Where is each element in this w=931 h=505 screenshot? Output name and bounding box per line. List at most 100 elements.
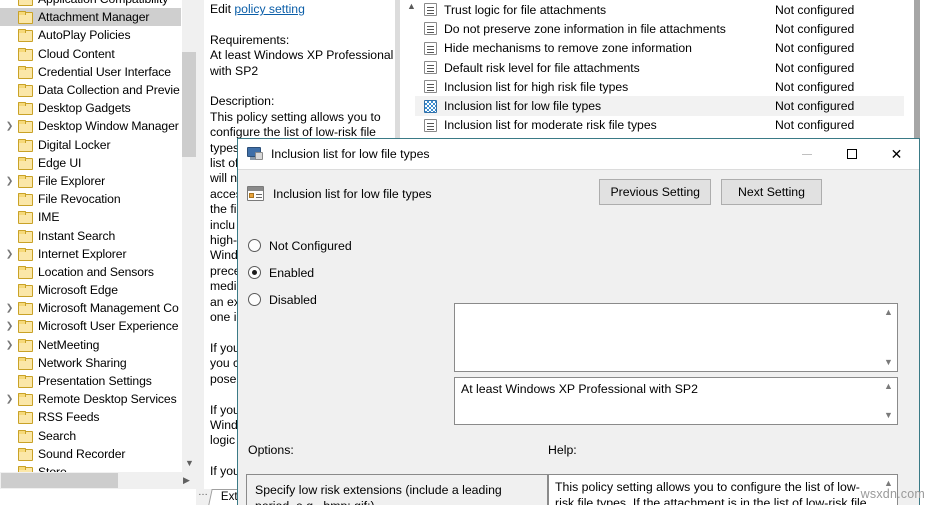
tree-item-application-compatibility[interactable]: Application Compatibility [0, 0, 196, 8]
tree-item-rss-feeds[interactable]: RSS Feeds [0, 408, 196, 426]
table-row[interactable]: Inclusion list for low file types Not con… [415, 96, 904, 116]
radio-label: Not Configured [269, 238, 352, 253]
table-row[interactable]: Trust logic for file attachments Not conf… [415, 0, 904, 19]
tree-item-file-explorer[interactable]: ❯ File Explorer [0, 172, 196, 190]
dialog-title-bar[interactable]: Inclusion list for low file types ✕ [238, 139, 919, 169]
policy-list-scrollbar-thumb[interactable] [914, 0, 920, 138]
tree-item-ime[interactable]: IME [0, 208, 196, 226]
tree-item-desktop-gadgets[interactable]: Desktop Gadgets [0, 99, 196, 117]
policy-list-scrollbar[interactable] [914, 0, 921, 138]
chevron-down-icon[interactable]: ▼ [881, 408, 896, 423]
policy-document-icon [247, 185, 265, 202]
setting-nav-buttons: Previous Setting Next Setting [599, 179, 822, 205]
tree-item-attachment-manager[interactable]: Attachment Manager [0, 8, 196, 27]
chevron-right-icon[interactable]: ❯ [5, 394, 14, 404]
tree-item-instant-search[interactable]: Instant Search [0, 226, 196, 244]
tree-item-label: Application Compatibility [38, 0, 168, 6]
tree-item-microsoft-user-experience[interactable]: ❯ Microsoft User Experience [0, 317, 196, 335]
tree-vscroll-thumb[interactable] [182, 52, 197, 157]
folder-icon [18, 11, 33, 25]
folder-icon [18, 174, 33, 188]
chevron-down-icon[interactable]: ▼ [881, 355, 896, 370]
tab-overflow-dots: … [198, 489, 208, 498]
tree-item-netmeeting[interactable]: ❯ NetMeeting [0, 336, 196, 354]
radio-enabled[interactable]: Enabled [248, 259, 352, 286]
tree-item-desktop-window-manager[interactable]: ❯ Desktop Window Manager [0, 117, 196, 135]
tree-item-edge-ui[interactable]: Edge UI [0, 154, 196, 172]
policy-setting-state: Not configured [775, 2, 855, 17]
tree-item-digital-locker[interactable]: Digital Locker [0, 136, 196, 154]
chevron-right-icon[interactable]: ❯ [5, 249, 14, 258]
tree-item-presentation-settings[interactable]: Presentation Settings [0, 372, 196, 390]
chevron-right-icon[interactable]: ❯ [5, 340, 14, 349]
tree-horizontal-scrollbar[interactable]: ▶ [0, 472, 196, 489]
table-row[interactable]: Inclusion list for moderate risk file ty… [415, 116, 904, 135]
state-radio-group[interactable]: Not Configured Enabled Disabled [248, 232, 352, 313]
folder-icon [18, 84, 33, 98]
supported-on-scrollbar[interactable]: ▲ ▼ [881, 379, 896, 423]
tree-item-data-collection-and-previe[interactable]: Data Collection and Previe [0, 81, 196, 99]
previous-setting-button[interactable]: Previous Setting [599, 179, 711, 205]
table-row[interactable]: Default risk level for file attachments N… [415, 58, 904, 77]
edit-policy-setting-link[interactable]: policy setting [234, 2, 304, 16]
tree-item-label: Attachment Manager [38, 10, 150, 25]
tree-item-credential-user-interface[interactable]: Credential User Interface [0, 63, 196, 81]
tree-item-microsoft-management-co[interactable]: ❯ Microsoft Management Co [0, 299, 196, 317]
tree-item-label: File Revocation [38, 192, 121, 207]
tree-item-location-and-sensors[interactable]: Location and Sensors [0, 263, 196, 281]
tree-item-network-sharing[interactable]: Network Sharing [0, 354, 196, 372]
chevron-up-icon[interactable]: ▲ [881, 379, 896, 394]
tree-item-file-revocation[interactable]: File Revocation [0, 190, 196, 208]
chevron-right-icon[interactable]: ▶ [179, 472, 194, 489]
policy-setting-icon [424, 41, 437, 55]
tree-item-microsoft-edge[interactable]: Microsoft Edge [0, 281, 196, 299]
radio-not-configured[interactable]: Not Configured [248, 232, 352, 259]
options-label: Options: [248, 443, 294, 457]
folder-icon [18, 0, 33, 7]
window-controls[interactable]: ✕ [784, 139, 919, 169]
help-panel[interactable]: This policy setting allows you to config… [548, 474, 898, 505]
radio-button[interactable] [248, 239, 261, 252]
policy-tree[interactable]: Application Compatibility Attachment Mana… [0, 0, 196, 489]
description-label: Description: [210, 94, 275, 109]
tree-item-label: Desktop Gadgets [38, 101, 131, 116]
tree-item-internet-explorer[interactable]: ❯ Internet Explorer [0, 245, 196, 263]
tree-item-autoplay-policies[interactable]: AutoPlay Policies [0, 26, 196, 44]
table-row[interactable]: Hide mechanisms to remove zone informati… [415, 39, 904, 58]
tree-item-search[interactable]: Search [0, 427, 196, 445]
policy-setting-dialog: Inclusion list for low file types ✕ Incl… [237, 138, 920, 505]
radio-button[interactable] [248, 293, 261, 306]
table-row[interactable]: Do not preserve zone information in file… [415, 19, 904, 38]
close-button[interactable]: ✕ [874, 139, 919, 169]
folder-icon [18, 302, 33, 316]
next-setting-button[interactable]: Next Setting [721, 179, 822, 205]
tree-item-cloud-content[interactable]: Cloud Content [0, 45, 196, 63]
tree-hscroll-thumb[interactable] [1, 473, 118, 488]
radio-disabled[interactable]: Disabled [248, 286, 352, 313]
radio-button[interactable] [248, 266, 261, 279]
chevron-down-icon[interactable]: ▼ [182, 455, 197, 472]
comment-textarea[interactable]: ▲ ▼ [454, 303, 898, 372]
chevron-right-icon[interactable]: ❯ [5, 321, 14, 331]
dialog-title: Inclusion list for low file types [271, 147, 430, 161]
table-row[interactable]: Inclusion list for high risk file types N… [415, 77, 904, 96]
tree-vertical-scrollbar[interactable]: ▼ [181, 0, 197, 472]
tree-item-label: IME [38, 210, 60, 225]
chevron-right-icon[interactable]: ❯ [5, 121, 14, 131]
tree-item-label: Internet Explorer [38, 246, 127, 261]
policy-setting-name: Trust logic for file attachments [444, 2, 607, 17]
tree-item-label: Microsoft Management Co [38, 301, 179, 316]
tree-item-label: AutoPlay Policies [38, 28, 131, 43]
policy-setting-name: Hide mechanisms to remove zone informati… [444, 41, 692, 56]
chevron-right-icon[interactable]: ❯ [5, 176, 14, 185]
chevron-up-icon[interactable]: ▲ [881, 305, 896, 320]
comment-scrollbar[interactable]: ▲ ▼ [881, 305, 896, 370]
tree-item-label: RSS Feeds [38, 410, 100, 425]
pane-splitter[interactable] [196, 0, 204, 505]
chevron-right-icon[interactable]: ❯ [5, 303, 14, 313]
maximize-button[interactable] [829, 139, 874, 169]
tree-item-sound-recorder[interactable]: Sound Recorder [0, 445, 196, 463]
tree-item-remote-desktop-services[interactable]: ❯ Remote Desktop Services [0, 390, 196, 408]
policy-settings-list[interactable]: ▲ Trust logic for file attachments Not co… [406, 0, 931, 138]
